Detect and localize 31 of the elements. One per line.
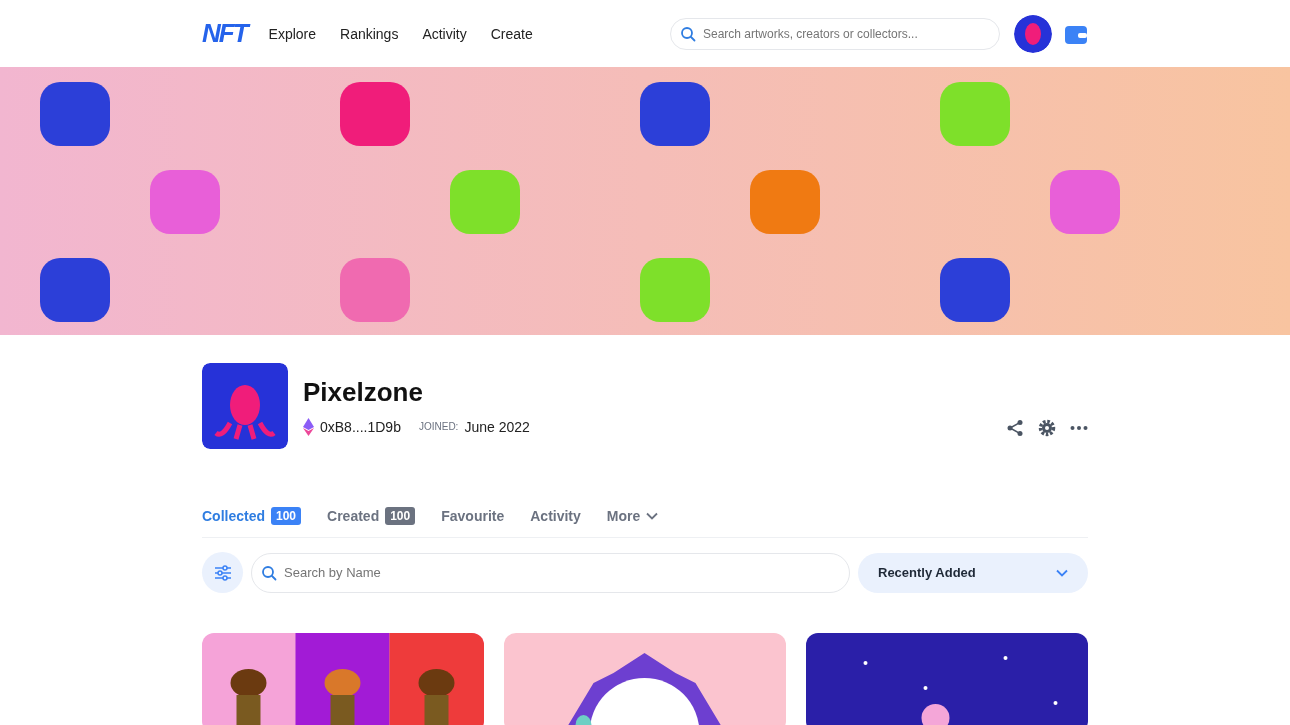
tab[interactable]: Created 100 (327, 507, 416, 525)
more-icon[interactable] (1070, 425, 1088, 431)
nav-link[interactable]: Explore (268, 25, 316, 42)
nav-link[interactable]: Activity (422, 25, 467, 42)
sliders-icon (213, 564, 232, 581)
share-icon[interactable] (1006, 419, 1024, 437)
ethereum-icon (303, 417, 314, 436)
tab-label: Collected (202, 508, 265, 524)
tab-label: Created (327, 508, 380, 524)
search-icon (261, 564, 277, 581)
search-icon (680, 25, 696, 42)
settings-icon[interactable] (1038, 419, 1056, 437)
profile-name: Pixelzone (303, 376, 424, 408)
tab[interactable]: Favourite (441, 507, 505, 525)
tab[interactable]: Activity (530, 507, 581, 525)
filter-button[interactable] (202, 552, 243, 593)
tab[interactable]: Collected 100 (202, 507, 302, 525)
tab[interactable]: More (606, 507, 659, 525)
chevron-down-icon (1056, 568, 1068, 577)
joined-date: June 2022 (464, 418, 530, 435)
search-field[interactable]: Search artworks, creators or collectors... (670, 17, 1000, 50)
search-field[interactable]: Search by Name (251, 552, 850, 593)
nav-link[interactable]: Rankings (340, 25, 399, 42)
joined-label: JOINED: (418, 421, 459, 432)
count-badge: 100 (385, 507, 416, 525)
nav-link[interactable]: Create (490, 25, 533, 42)
count-badge: 100 (271, 507, 302, 525)
logo[interactable]: NFT (202, 18, 247, 49)
wallet-address: 0xB8....1D9b (320, 418, 401, 435)
sort-dropdown[interactable]: Recently Added (858, 552, 1088, 593)
avatar[interactable] (1014, 14, 1052, 53)
